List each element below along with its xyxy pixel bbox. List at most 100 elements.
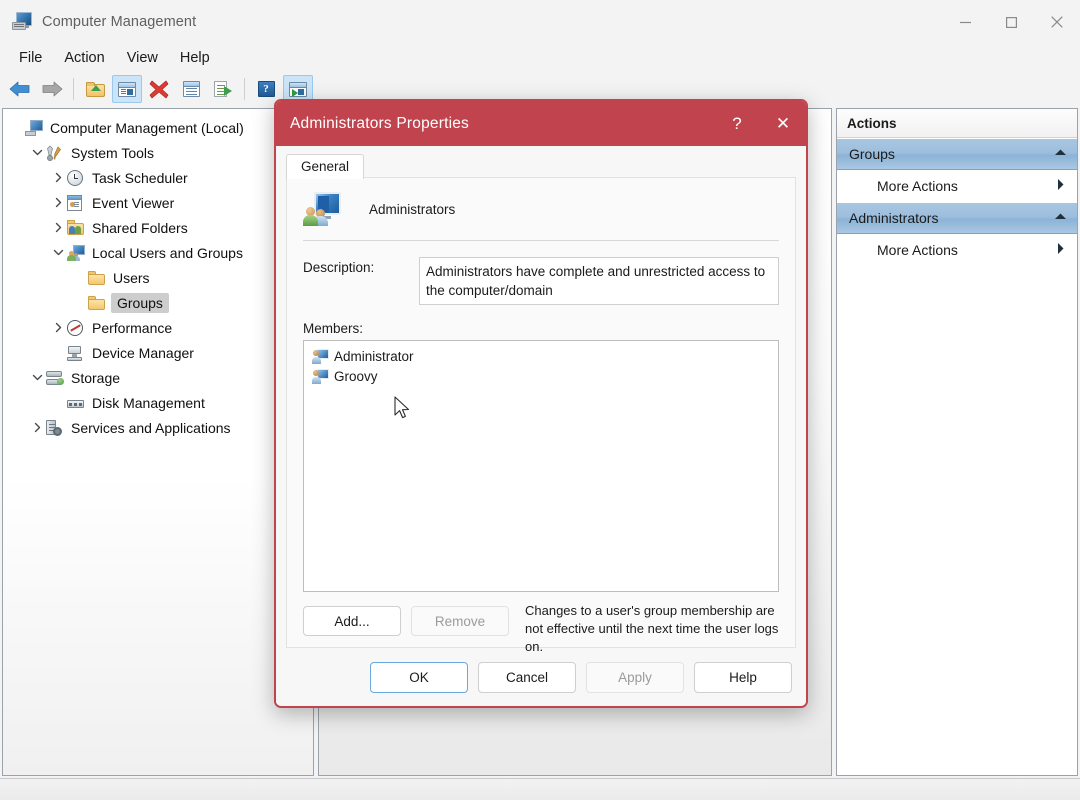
member-list-item[interactable]: Groovy bbox=[304, 366, 778, 386]
chevron-up-icon[interactable] bbox=[1054, 148, 1067, 160]
services-applications-icon bbox=[46, 419, 64, 437]
back-arrow-icon[interactable] bbox=[5, 75, 35, 103]
chevron-right-icon[interactable] bbox=[28, 419, 46, 437]
dialog-titlebar-buttons: ? ✕ bbox=[714, 101, 806, 146]
chevron-right-icon[interactable] bbox=[49, 194, 67, 212]
chevron-down-icon[interactable] bbox=[28, 144, 46, 162]
tree-item-computer-management-local[interactable]: Computer Management (Local) bbox=[3, 115, 313, 140]
menu-file[interactable]: File bbox=[8, 47, 53, 69]
tree-item-label: Computer Management (Local) bbox=[50, 119, 244, 136]
local-users-groups-icon bbox=[67, 244, 85, 262]
action-item-label: More Actions bbox=[877, 178, 958, 194]
disk-management-icon bbox=[67, 394, 85, 412]
performance-icon bbox=[67, 319, 85, 337]
tree-item-label: Event Viewer bbox=[92, 194, 175, 211]
remove-button: Remove bbox=[411, 606, 509, 636]
chevron-right-icon[interactable] bbox=[49, 219, 67, 237]
actions-group-title: Groups bbox=[849, 146, 895, 162]
menu-action[interactable]: Action bbox=[53, 47, 115, 69]
action-more-actions[interactable]: More Actions bbox=[837, 234, 1077, 266]
event-viewer-icon bbox=[67, 194, 85, 212]
tree-twisty-empty bbox=[7, 119, 25, 137]
help-button[interactable]: Help bbox=[694, 661, 792, 693]
chevron-up-icon[interactable] bbox=[1054, 212, 1067, 224]
actions-group-groups[interactable]: Groups bbox=[837, 138, 1077, 170]
help-icon[interactable]: ? bbox=[251, 75, 281, 103]
tree-item-local-users-and-groups[interactable]: Local Users and Groups bbox=[3, 240, 313, 265]
up-one-level-icon[interactable] bbox=[80, 75, 110, 103]
tree-item-system-tools[interactable]: System Tools bbox=[3, 140, 313, 165]
tree-item-storage[interactable]: Storage bbox=[3, 365, 313, 390]
tree-item-disk-management[interactable]: Disk Management bbox=[3, 390, 313, 415]
console-tree-panel: Computer Management (Local) System Tools T… bbox=[2, 108, 314, 776]
tree-item-groups[interactable]: Groups bbox=[3, 290, 313, 315]
action-item-label: More Actions bbox=[877, 242, 958, 258]
window-title: Computer Management bbox=[42, 14, 197, 30]
forward-arrow-icon[interactable] bbox=[37, 75, 67, 103]
dialog-help-button[interactable]: ? bbox=[714, 101, 760, 146]
cancel-button[interactable]: Cancel bbox=[478, 661, 576, 693]
tree-item-label: Storage bbox=[71, 369, 121, 386]
chevron-right-icon[interactable] bbox=[1056, 242, 1065, 258]
tab-general[interactable]: General bbox=[286, 154, 365, 179]
window-controls bbox=[942, 0, 1080, 44]
actions-group-administrators[interactable]: Administrators bbox=[837, 202, 1077, 234]
chevron-down-icon[interactable] bbox=[28, 369, 46, 387]
tree-item-shared-folders[interactable]: Shared Folders bbox=[3, 215, 313, 240]
show-hide-console-tree-icon[interactable] bbox=[112, 75, 142, 103]
maximize-button[interactable] bbox=[988, 0, 1034, 44]
properties-icon[interactable] bbox=[176, 75, 206, 103]
tree-item-label: Device Manager bbox=[92, 344, 194, 361]
tree-item-device-manager[interactable]: Device Manager bbox=[3, 340, 313, 365]
menubar: File Action View Help bbox=[0, 44, 1080, 72]
tree-item-label: Disk Management bbox=[92, 394, 205, 411]
group-icon bbox=[303, 192, 341, 226]
members-listbox[interactable]: Administrator Groovy bbox=[303, 340, 779, 592]
toolbar-separator-2 bbox=[244, 78, 245, 100]
chevron-right-icon[interactable] bbox=[49, 319, 67, 337]
chevron-right-icon[interactable] bbox=[1056, 178, 1065, 194]
console-tree: Computer Management (Local) System Tools T… bbox=[3, 109, 313, 440]
chevron-down-icon[interactable] bbox=[49, 244, 67, 262]
device-manager-icon bbox=[67, 344, 85, 362]
window-titlebar: Computer Management bbox=[0, 0, 1080, 44]
mmc-icon bbox=[25, 119, 43, 137]
actions-panel-header: Actions bbox=[837, 109, 1077, 138]
toolbar-separator bbox=[73, 78, 74, 100]
ok-button[interactable]: OK bbox=[370, 661, 468, 693]
dialog-close-button[interactable]: ✕ bbox=[760, 101, 806, 146]
tree-item-label: Services and Applications bbox=[71, 419, 231, 436]
shared-folders-icon bbox=[67, 219, 85, 237]
tree-item-event-viewer[interactable]: Event Viewer bbox=[3, 190, 313, 215]
administrators-properties-dialog: Administrators Properties ? ✕ General Ad… bbox=[274, 99, 808, 708]
dialog-footer: OK Cancel Apply Help bbox=[276, 648, 806, 706]
minimize-button[interactable] bbox=[942, 0, 988, 44]
tree-item-label: Task Scheduler bbox=[92, 169, 188, 186]
close-button[interactable] bbox=[1034, 0, 1080, 44]
member-list-item[interactable]: Administrator bbox=[304, 346, 778, 366]
tree-item-task-scheduler[interactable]: Task Scheduler bbox=[3, 165, 313, 190]
export-list-icon[interactable] bbox=[208, 75, 238, 103]
group-header: Administrators bbox=[287, 178, 795, 226]
menu-view[interactable]: View bbox=[116, 47, 169, 69]
members-label: Members: bbox=[303, 321, 364, 336]
add-button[interactable]: Add... bbox=[303, 606, 401, 636]
tree-item-performance[interactable]: Performance bbox=[3, 315, 313, 340]
description-input[interactable]: Administrators have complete and unrestr… bbox=[419, 257, 779, 305]
action-more-actions[interactable]: More Actions bbox=[837, 170, 1077, 202]
actions-panel: Actions Groups More Actions Administrators… bbox=[836, 108, 1078, 776]
chevron-right-icon[interactable] bbox=[49, 169, 67, 187]
menu-help[interactable]: Help bbox=[169, 47, 221, 69]
tree-item-users[interactable]: Users bbox=[3, 265, 313, 290]
dialog-body: General Administrators Description: Admi… bbox=[276, 146, 806, 706]
clock-icon bbox=[67, 169, 85, 187]
dialog-titlebar: Administrators Properties ? ✕ bbox=[276, 101, 806, 146]
storage-icon bbox=[46, 369, 64, 387]
description-row: Description: Administrators have complet… bbox=[303, 257, 779, 305]
general-tab-panel: Administrators Description: Administrato… bbox=[286, 177, 796, 654]
statusbar bbox=[0, 778, 1080, 800]
user-icon bbox=[312, 348, 329, 364]
tree-twisty-empty bbox=[70, 269, 88, 287]
delete-icon[interactable] bbox=[144, 75, 174, 103]
tree-item-services-and-applications[interactable]: Services and Applications bbox=[3, 415, 313, 440]
